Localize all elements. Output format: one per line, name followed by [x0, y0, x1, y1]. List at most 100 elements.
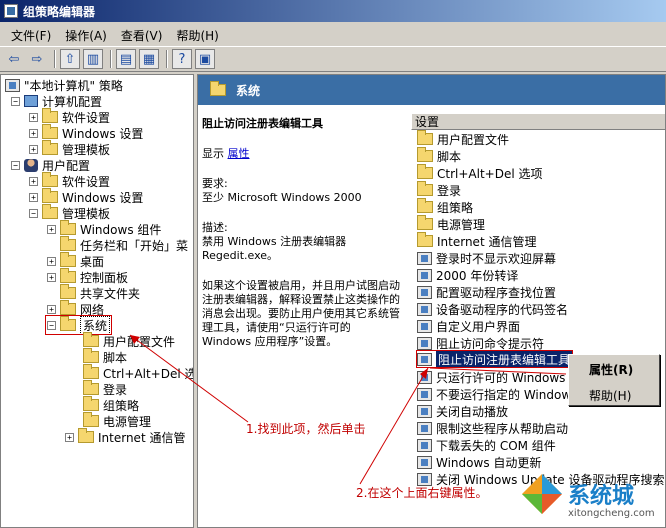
annotation-step2: 2.在这个上面右键属性。	[356, 486, 488, 500]
menu-view[interactable]: 查看(V)	[114, 27, 170, 44]
tree-item[interactable]: + 桌面	[47, 252, 104, 269]
tree-item[interactable]: + Windows 设置	[29, 188, 143, 205]
list-item[interactable]: 组策略	[417, 198, 474, 215]
collapse-icon[interactable]: −	[29, 208, 38, 218]
folder-icon	[417, 198, 433, 213]
list-item[interactable]: Internet 通信管理	[417, 232, 537, 249]
tree-item[interactable]: 用户配置文件	[83, 332, 176, 349]
list-item-label: 脚本	[437, 149, 462, 164]
list-item-label: 组策略	[437, 200, 474, 215]
list-item[interactable]: 电源管理	[417, 215, 485, 232]
settings-column-header[interactable]: 设置	[411, 113, 665, 130]
tree-item[interactable]: 电源管理	[83, 412, 152, 429]
tree-item[interactable]: 任务栏和「开始」菜	[47, 236, 188, 253]
list-item[interactable]: 登录时不显示欢迎屏幕	[417, 250, 556, 266]
properties-link[interactable]: 属性	[228, 147, 250, 160]
expand-icon[interactable]: +	[47, 224, 56, 234]
back-arrow-icon[interactable]: ⇦	[4, 49, 24, 69]
list-item[interactable]: 用户配置文件	[417, 130, 509, 147]
context-menu-help[interactable]: 帮助(H)	[589, 387, 631, 404]
list-item[interactable]: 不要运行指定的 Windows	[417, 386, 577, 402]
tree-item[interactable]: − 管理模板	[29, 204, 110, 221]
description-line: 禁用 Windows 注册表编辑器	[202, 235, 347, 248]
tree-item[interactable]: 共享文件夹	[47, 284, 140, 301]
tree-item-label: 用户配置文件	[103, 334, 176, 349]
collapse-icon[interactable]: −	[11, 96, 20, 106]
list-item[interactable]: 配置驱动程序查找位置	[417, 284, 556, 300]
export-list-icon[interactable]: ▦	[139, 49, 159, 69]
help-icon[interactable]: ?	[172, 49, 192, 69]
toolbar-separator	[166, 50, 168, 68]
up-folder-icon[interactable]: ⇧	[60, 49, 80, 69]
description-label: 描述:	[202, 221, 228, 234]
list-item[interactable]: 登录	[417, 181, 462, 198]
list-item[interactable]: 限制这些程序从帮助启动	[417, 420, 568, 436]
folder-icon	[42, 204, 58, 219]
tree-item[interactable]: 脚本	[83, 348, 127, 365]
policy-title: 阻止访问注册表编辑工具	[202, 117, 323, 130]
expand-icon[interactable]: +	[29, 112, 38, 122]
policy-setting-icon	[417, 251, 432, 265]
list-item-label: Windows 自动更新	[436, 455, 542, 470]
policy-setting-icon	[417, 268, 432, 282]
tree-item-system[interactable]: − 系统	[44, 315, 113, 335]
tree-item[interactable]: + 软件设置	[29, 108, 110, 125]
tree-item[interactable]: + Windows 组件	[47, 220, 161, 237]
computer-icon	[24, 95, 38, 107]
tree-item[interactable]: + 管理模板	[29, 140, 110, 157]
expand-icon[interactable]: +	[47, 256, 56, 266]
collapse-icon[interactable]: −	[11, 160, 20, 170]
list-item[interactable]: 只运行许可的 Windows 应	[417, 369, 581, 385]
policy-setting-icon	[417, 336, 432, 350]
list-item-label: Internet 通信管理	[437, 234, 537, 249]
tree-item[interactable]: + Windows 设置	[29, 124, 143, 141]
expand-icon[interactable]: +	[29, 144, 38, 154]
tree-root[interactable]: "本地计算机" 策略	[5, 77, 123, 93]
tree-item[interactable]: + 控制面板	[47, 268, 128, 285]
list-item-label: 阻止访问命令提示符	[436, 336, 545, 351]
list-item[interactable]: 关闭自动播放	[417, 403, 508, 419]
expand-icon[interactable]: +	[47, 304, 56, 314]
expand-icon[interactable]: +	[29, 128, 38, 138]
tree-computer-config[interactable]: − 计算机配置	[11, 93, 102, 109]
tree-item-label: 软件设置	[62, 174, 111, 189]
tree-item[interactable]: Ctrl+Alt+Del 选	[83, 364, 193, 381]
list-item[interactable]: 2000 年份转译	[417, 267, 518, 283]
list-item-selected[interactable]: 阻止访问注册表编辑工具	[415, 350, 574, 368]
list-item[interactable]: 阻止访问命令提示符	[417, 335, 544, 351]
list-item[interactable]: 脚本	[417, 147, 462, 164]
forward-arrow-icon[interactable]: ⇨	[27, 49, 47, 69]
tree-item[interactable]: 组策略	[83, 396, 139, 413]
expand-icon[interactable]: +	[47, 272, 56, 282]
tree-item-label: 电源管理	[103, 414, 152, 429]
properties-icon[interactable]: ▤	[116, 49, 136, 69]
context-menu-properties[interactable]: 属性(R)	[589, 361, 633, 378]
menu-action[interactable]: 操作(A)	[58, 27, 114, 44]
expand-icon[interactable]: +	[29, 192, 38, 202]
collapse-icon[interactable]: −	[47, 320, 56, 330]
expand-icon[interactable]: +	[65, 432, 74, 442]
tree-item[interactable]: + 软件设置	[29, 172, 111, 189]
console-icon[interactable]: ▣	[195, 49, 215, 69]
list-item[interactable]: 下载丢失的 COM 组件	[417, 437, 556, 453]
show-tree-icon[interactable]: ▥	[83, 49, 103, 69]
toolbar-separator	[54, 50, 56, 68]
tree-item[interactable]: + Internet 通信管	[65, 428, 185, 445]
tree-item[interactable]: 登录	[83, 380, 127, 397]
folder-icon	[83, 332, 99, 347]
folder-icon	[42, 172, 58, 187]
folder-icon	[42, 140, 58, 155]
folder-icon	[83, 364, 99, 379]
tree-root-label: "本地计算机" 策略	[24, 78, 123, 93]
list-item[interactable]: Ctrl+Alt+Del 选项	[417, 164, 542, 181]
list-item[interactable]: 设备驱动程序的代码签名	[417, 301, 568, 317]
list-item[interactable]: 自定义用户界面	[417, 318, 520, 334]
requirements-label: 要求:	[202, 177, 228, 190]
menu-file[interactable]: 文件(F)	[4, 27, 58, 44]
list-item-label: 登录	[437, 183, 462, 198]
menu-help[interactable]: 帮助(H)	[169, 27, 225, 44]
expand-icon[interactable]: +	[29, 176, 38, 186]
list-item[interactable]: Windows 自动更新	[417, 454, 541, 470]
description-line: Regedit.exe。	[202, 249, 279, 262]
tree-user-config[interactable]: − 用户配置	[11, 157, 90, 173]
